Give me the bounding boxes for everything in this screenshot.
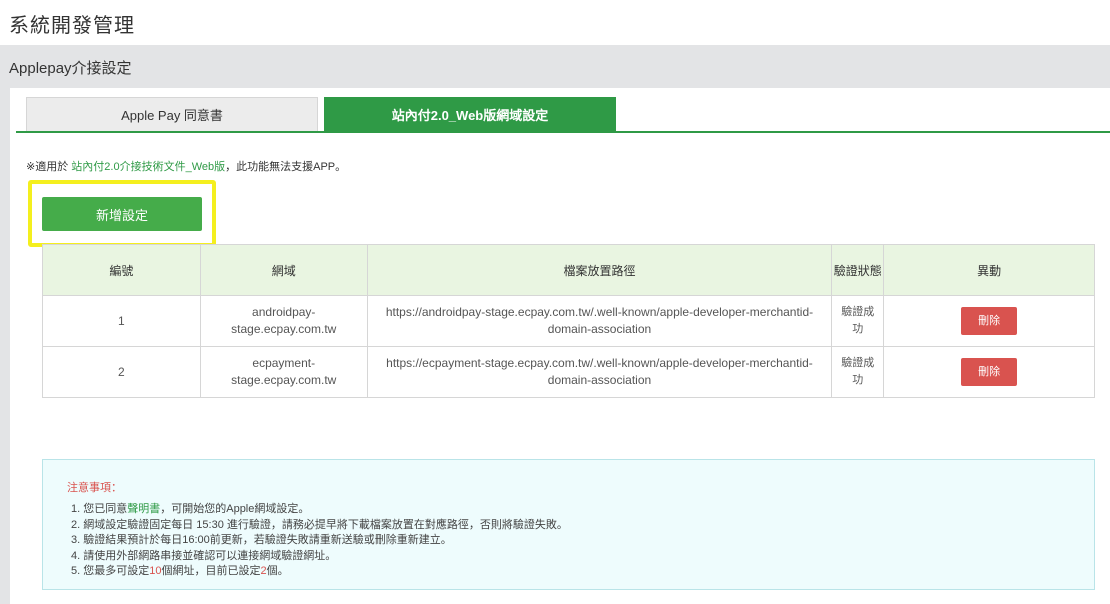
cell-path: https://ecpayment-stage.ecpay.com.tw/.we… (366, 346, 833, 398)
notice-title: 注意事項： (67, 482, 122, 494)
note-prefix: ※適用於 (26, 161, 72, 173)
notice-item-5-text-c: 個。 (266, 565, 289, 577)
header-number: 編號 (42, 244, 201, 296)
cell-domain: ecpayment-stage.ecpay.com.tw (199, 346, 368, 398)
panel-header: Applepay介接設定 (9, 60, 132, 77)
notice-item-5: 5. 您最多可設定10個網址，目前已設定2個。 (71, 564, 568, 580)
delete-button[interactable]: 刪除 (961, 307, 1018, 335)
cell-path: https://androidpay-stage.ecpay.com.tw/.w… (366, 295, 833, 347)
header-domain: 網域 (199, 244, 368, 296)
notice-item-4: 4. 請使用外部網路串接並確認可以連接網域驗證網址。 (71, 549, 337, 562)
tabs-underline (16, 131, 1110, 133)
cell-number: 2 (42, 346, 201, 398)
notice-item-2: 2. 網域設定驗證固定每日 15:30 進行驗證，請務必提早將下載檔案放置在對應… (71, 518, 568, 531)
table-row: 1 androidpay-stage.ecpay.com.tw https://… (42, 295, 1095, 347)
notice-list: 1. 您已同意聲明書，可開始您的Apple網域設定。 2. 網域設定驗證固定每日… (71, 502, 568, 580)
doc-link[interactable]: 站內付2.0介接技術文件_Web版 (71, 161, 225, 173)
notice-item-1-text-b: ，可開始您的Apple網域設定。 (160, 503, 310, 515)
header-status: 驗證狀態 (831, 244, 885, 296)
cell-number: 1 (42, 295, 201, 347)
domain-table: 編號 網域 檔案放置路徑 驗證狀態 異動 1 androidpay-stage.… (42, 244, 1095, 398)
delete-button[interactable]: 刪除 (961, 358, 1018, 386)
cell-action: 刪除 (883, 346, 1095, 398)
header-path: 檔案放置路徑 (366, 244, 833, 296)
table-row: 2 ecpayment-stage.ecpay.com.tw https://e… (42, 346, 1095, 398)
tab-web-domain-settings[interactable]: 站內付2.0_Web版網域設定 (324, 97, 616, 131)
header-action: 異動 (883, 244, 1095, 296)
agreement-link[interactable]: 聲明書 (127, 503, 160, 515)
note-suffix: ，此功能無法支援APP。 (225, 161, 347, 173)
page-title: 系統開發管理 (9, 15, 135, 37)
cell-domain: androidpay-stage.ecpay.com.tw (199, 295, 368, 347)
max-count: 10 (149, 565, 162, 577)
cell-status: 驗證成功 (831, 346, 885, 398)
add-setting-button[interactable]: 新增設定 (42, 197, 202, 231)
notice-box: 注意事項： 1. 您已同意聲明書，可開始您的Apple網域設定。 2. 網域設定… (42, 459, 1095, 590)
notice-item-3: 3. 驗證結果預計於每日16:00前更新，若驗證失敗請重新送驗或刪除重新建立。 (71, 534, 452, 546)
notice-item-5-text-b: 個網址，目前已設定 (161, 565, 261, 577)
notice-item-5-text-a: 5. 您最多可設定 (71, 565, 150, 577)
cell-action: 刪除 (883, 295, 1095, 347)
notice-item-1-text-a: 1. 您已同意 (71, 503, 128, 515)
cell-status: 驗證成功 (831, 295, 885, 347)
tab-applepay-agreement[interactable]: Apple Pay 同意書 (26, 97, 318, 131)
notice-item-1: 1. 您已同意聲明書，可開始您的Apple網域設定。 (71, 502, 568, 518)
table-header-row: 編號 網域 檔案放置路徑 驗證狀態 異動 (42, 244, 1095, 296)
usage-note: ※適用於 站內付2.0介接技術文件_Web版，此功能無法支援APP。 (26, 158, 346, 174)
